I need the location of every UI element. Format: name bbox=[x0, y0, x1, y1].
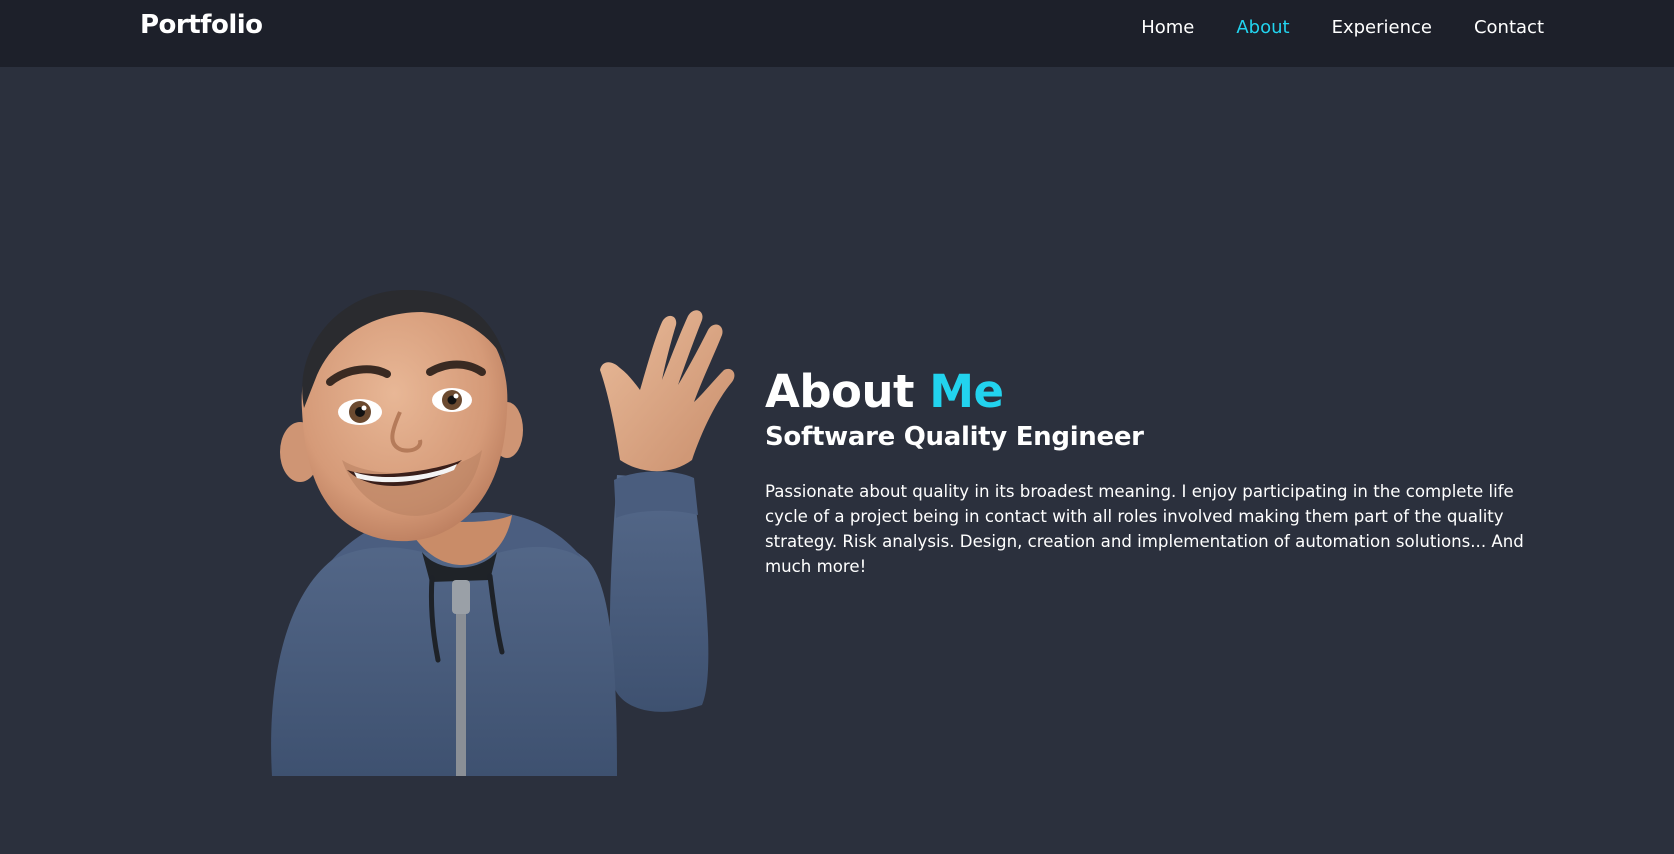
nav-link-experience[interactable]: Experience bbox=[1332, 17, 1432, 39]
about-title-main: About bbox=[765, 365, 915, 418]
avatar-image bbox=[262, 290, 742, 776]
nav-links: Home About Experience Contact bbox=[1099, 17, 1544, 39]
about-title: About Me bbox=[765, 365, 1540, 419]
nav-link-contact[interactable]: Contact bbox=[1474, 17, 1544, 39]
about-section: About Me Software Quality Engineer Passi… bbox=[765, 365, 1540, 579]
nav-link-home[interactable]: Home bbox=[1141, 17, 1194, 39]
nav-link-about[interactable]: About bbox=[1236, 17, 1289, 39]
navbar: Portfolio Home About Experience Contact bbox=[0, 0, 1674, 67]
about-subtitle: Software Quality Engineer bbox=[765, 422, 1144, 452]
brand-logo[interactable]: Portfolio bbox=[140, 10, 263, 40]
about-title-accent: Me bbox=[929, 365, 1004, 418]
waving-avatar-icon bbox=[271, 290, 735, 776]
about-description: Passionate about quality in its broadest… bbox=[765, 482, 1524, 576]
